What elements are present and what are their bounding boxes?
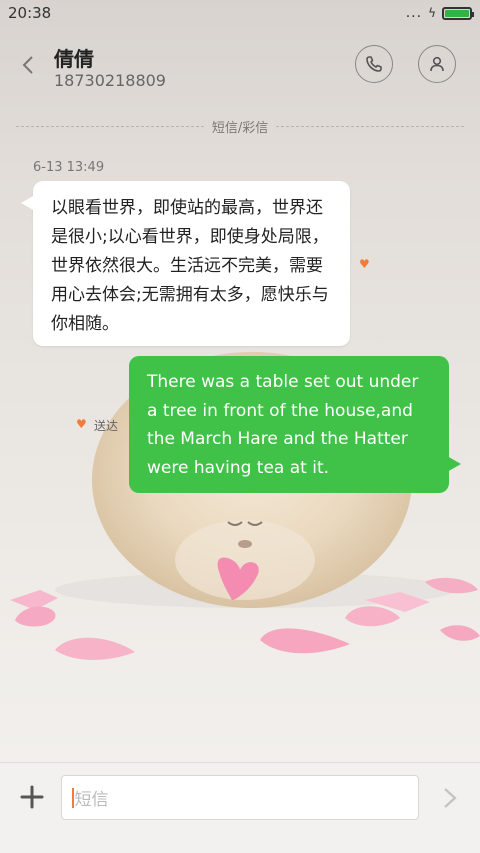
text-caret bbox=[72, 787, 74, 808]
battery-level bbox=[445, 9, 469, 17]
delivery-status: 送达 bbox=[94, 419, 119, 433]
message-input[interactable]: 短信 bbox=[61, 775, 419, 820]
person-icon bbox=[430, 56, 444, 72]
status-bar: 20:38 ... ϟ bbox=[0, 0, 480, 26]
message-timestamp: 6-13 13:49 bbox=[33, 160, 105, 175]
contact-info-button[interactable] bbox=[418, 45, 456, 83]
composer-bar: 短信 bbox=[0, 762, 480, 853]
heart-icon: ♥ bbox=[359, 257, 370, 271]
outgoing-message-bubble[interactable]: There was a table set out under a tree i… bbox=[129, 356, 461, 493]
status-icons: ... ϟ bbox=[405, 5, 474, 21]
call-button[interactable] bbox=[355, 45, 393, 83]
plus-icon[interactable] bbox=[18, 783, 46, 811]
incoming-message-bubble[interactable]: 以眼看世界，即使站的最高，世界还是很小;以心看世界，即使身处局限，世界依然很大。… bbox=[21, 181, 350, 346]
phone-icon bbox=[366, 56, 382, 72]
channel-divider: 短信/彩信 bbox=[16, 116, 465, 136]
notification-dots-icon: ... bbox=[405, 5, 423, 21]
heart-icon: ♥ bbox=[76, 417, 87, 431]
chevron-left-icon[interactable] bbox=[18, 54, 40, 76]
contact-name: 倩倩 bbox=[54, 47, 94, 71]
status-time: 20:38 bbox=[8, 4, 52, 22]
channel-label: 短信/彩信 bbox=[211, 120, 269, 136]
incoming-message-text: 以眼看世界，即使站的最高，世界还是很小;以心看世界，即使身处局限，世界依然很大。… bbox=[51, 198, 329, 334]
message-input-placeholder: 短信 bbox=[74, 790, 109, 810]
bolt-icon: ϟ bbox=[428, 6, 436, 20]
outgoing-message-text: There was a table set out under a tree i… bbox=[147, 372, 419, 478]
chevron-right-icon[interactable] bbox=[440, 785, 460, 811]
battery-icon bbox=[442, 6, 474, 20]
conversation-header: 倩倩 18730218809 bbox=[0, 26, 480, 106]
contact-number: 18730218809 bbox=[54, 71, 166, 90]
